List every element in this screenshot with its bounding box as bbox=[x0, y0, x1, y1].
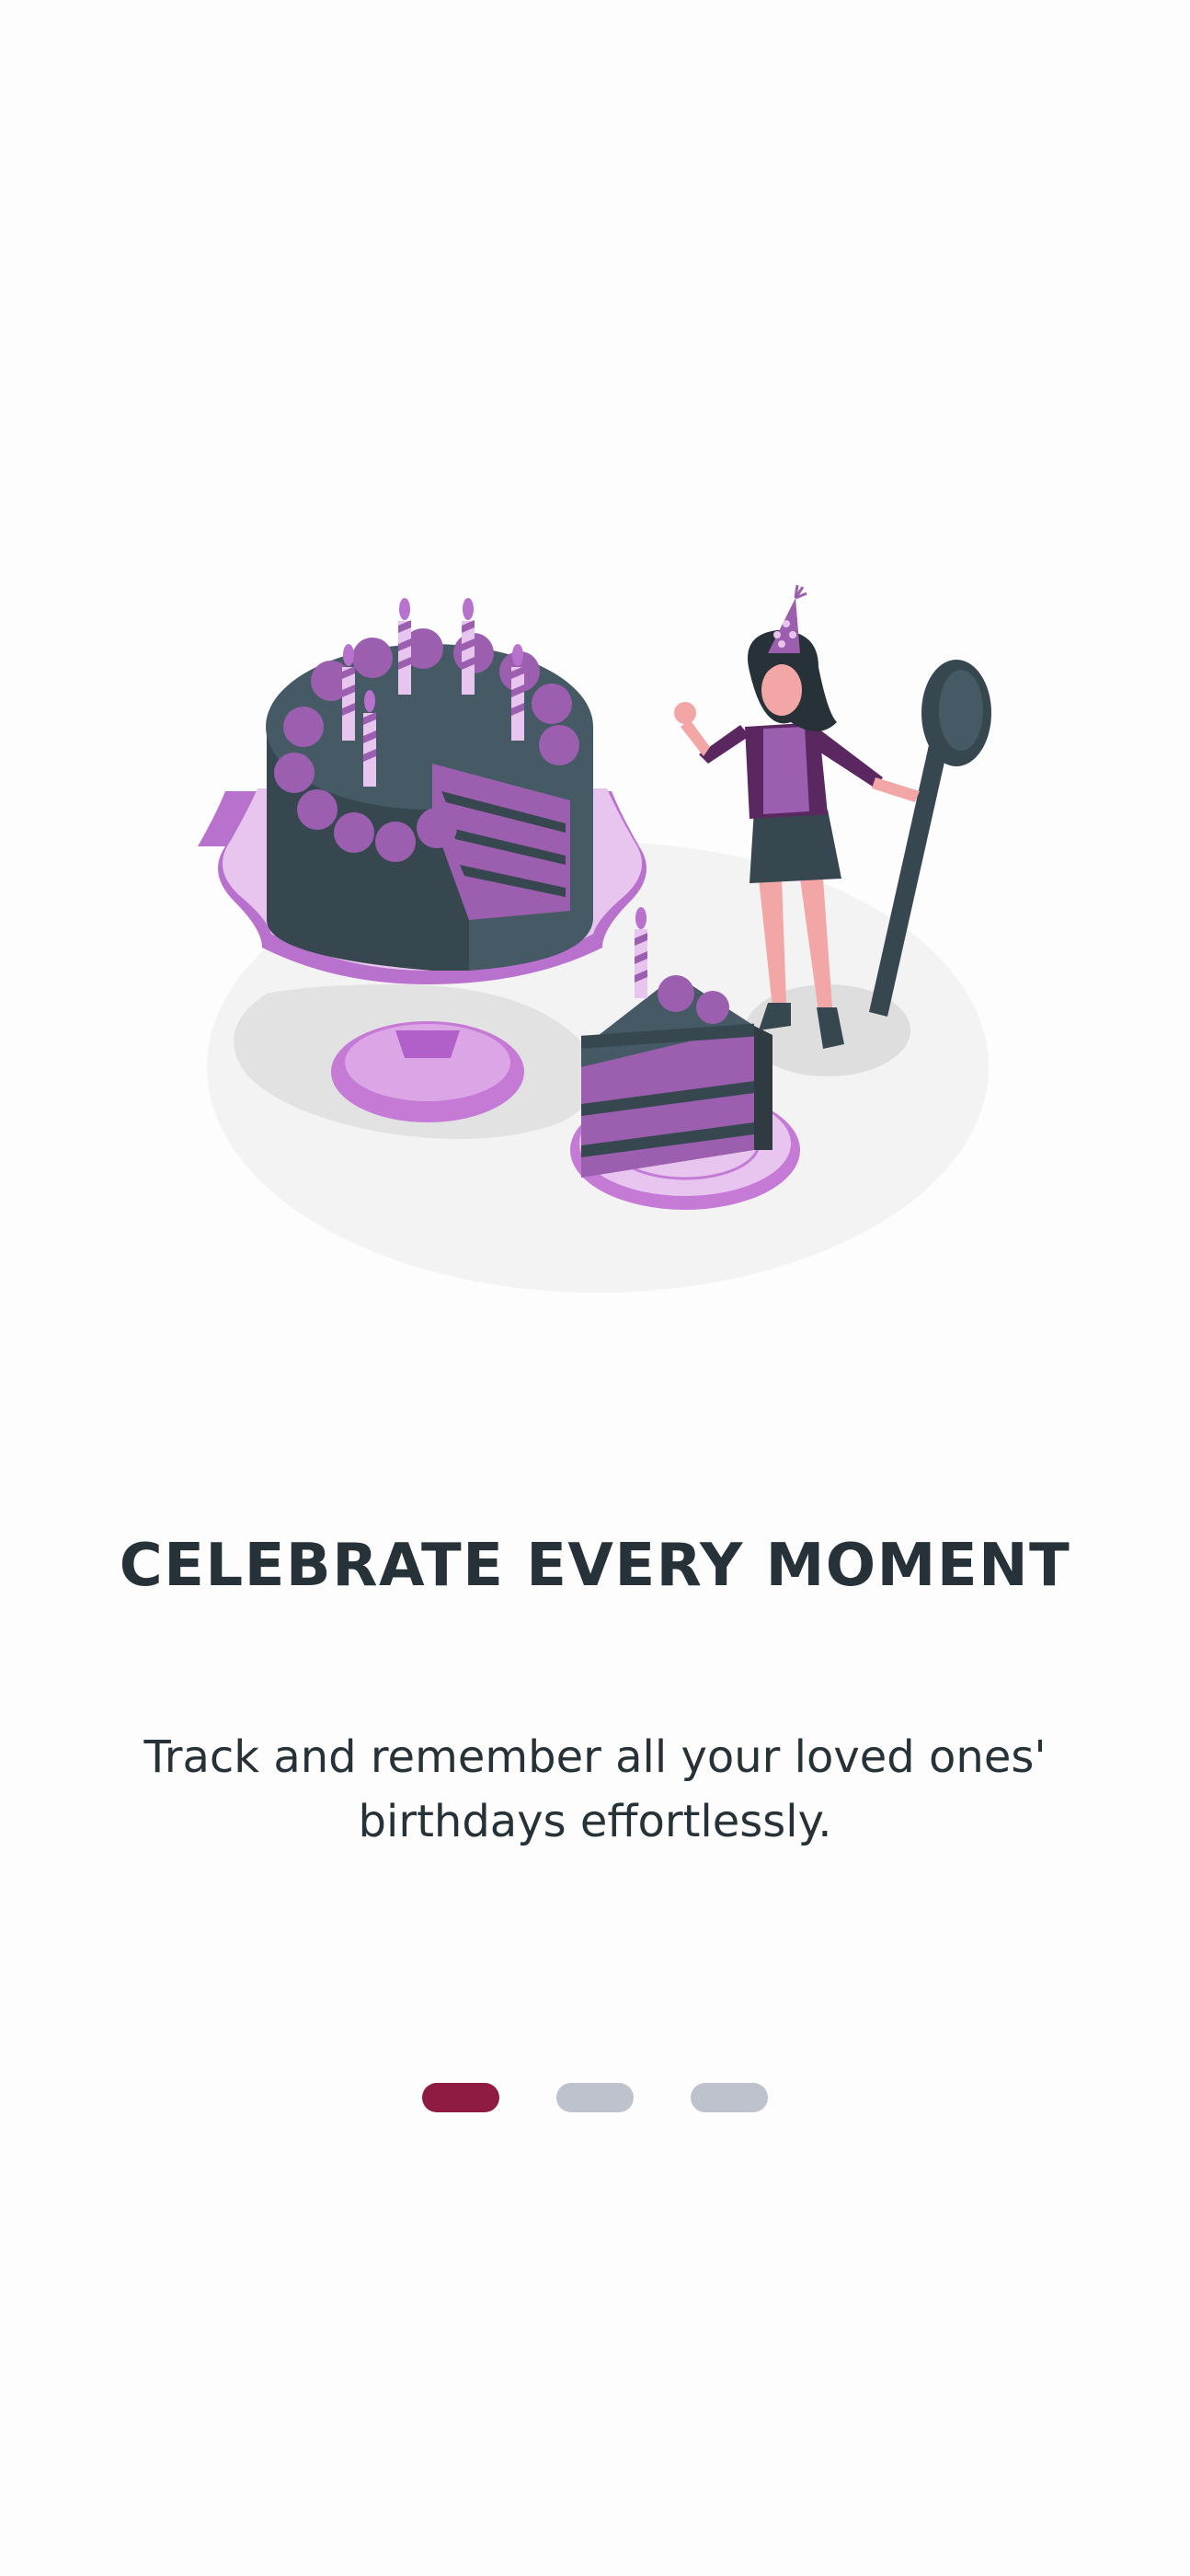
page-indicator-dot-1[interactable] bbox=[422, 2083, 499, 2112]
page-indicator bbox=[0, 2083, 1190, 2112]
birthday-cake-illustration bbox=[198, 584, 991, 1293]
page-indicator-dot-3[interactable] bbox=[691, 2083, 768, 2112]
onboarding-title: CELEBRATE EVERY MOMENT bbox=[119, 1532, 1071, 1600]
onboarding-description: Track and remember all your loved ones' … bbox=[143, 1731, 1047, 1847]
page-indicator-dot-2[interactable] bbox=[556, 2083, 634, 2112]
onboarding-screen: CELEBRATE EVERY MOMENT Track and remembe… bbox=[0, 0, 1190, 2576]
